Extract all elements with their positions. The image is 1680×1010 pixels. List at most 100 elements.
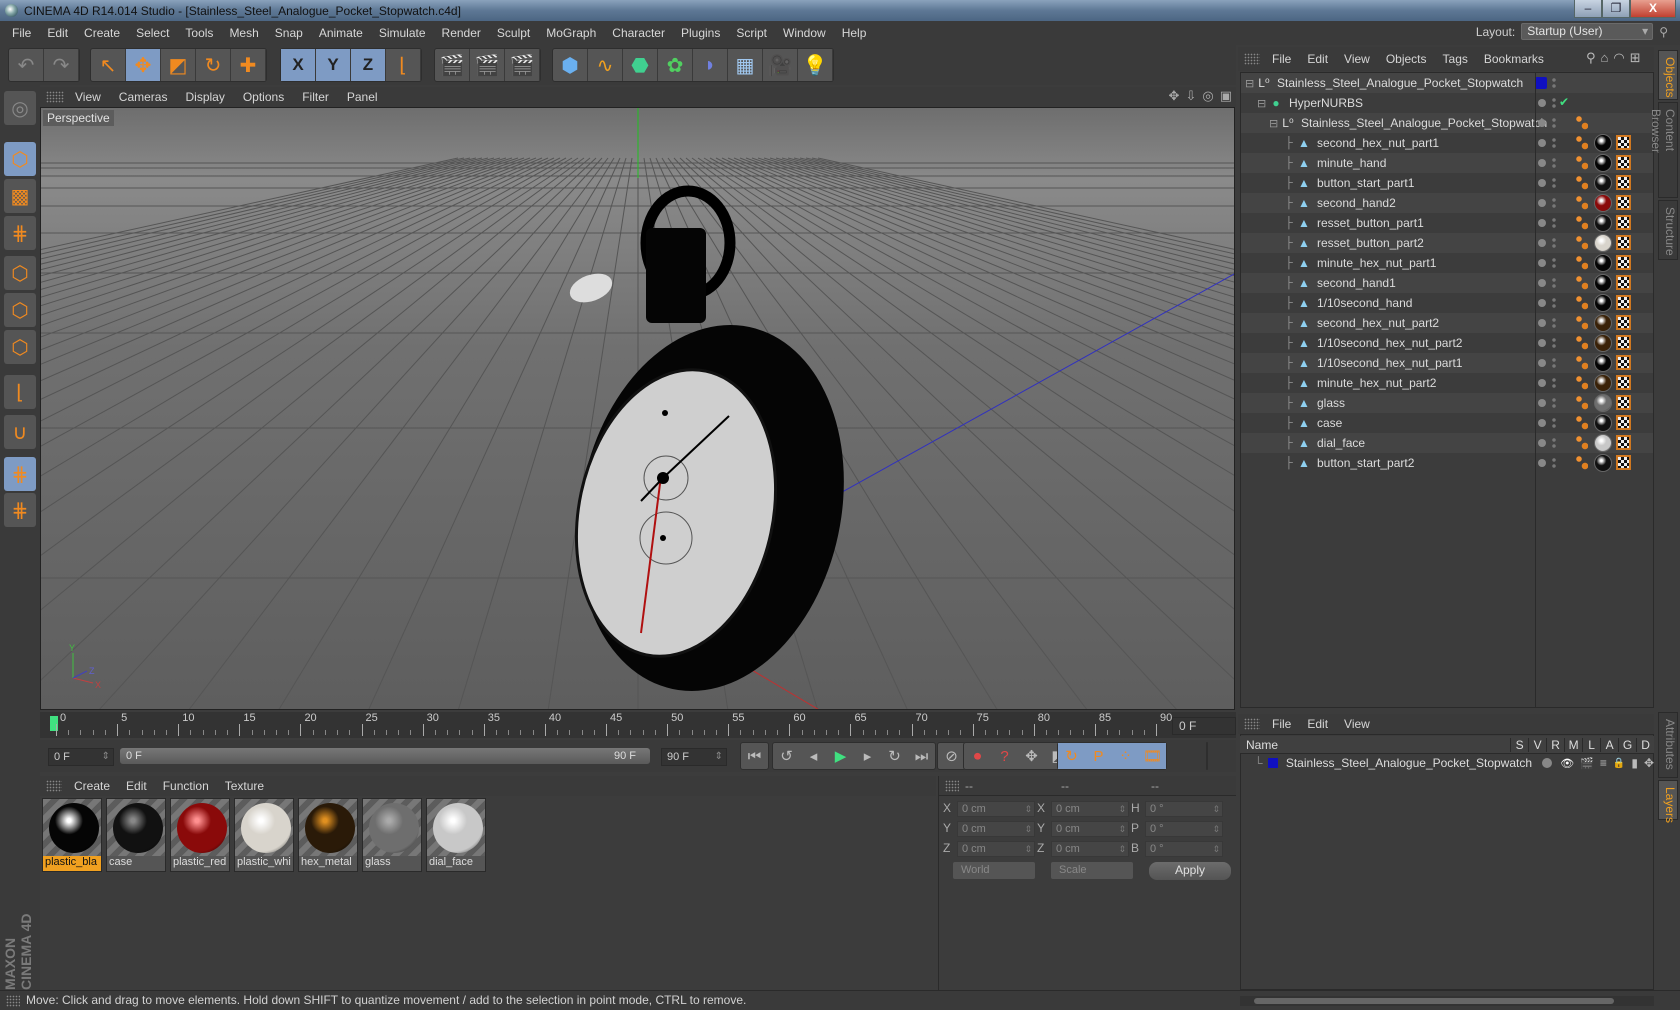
texture-tag-icon[interactable]	[1616, 255, 1631, 270]
object-name[interactable]: button_start_part1	[1317, 176, 1414, 190]
timeline-window-button[interactable]: 🎞	[1139, 743, 1166, 769]
phong-tag-icon[interactable]	[1576, 156, 1588, 170]
material-tag-icon[interactable]	[1594, 354, 1612, 372]
points-mode-button[interactable]: ⬡	[4, 256, 36, 290]
end-frame-field[interactable]: 90 F	[661, 748, 727, 766]
material-swatch[interactable]: dial_face	[426, 798, 486, 872]
new-window-icon[interactable]: ⊞	[1630, 50, 1641, 66]
render-visibility-dots[interactable]	[1552, 197, 1556, 209]
menu-animate[interactable]: Animate	[311, 26, 371, 40]
layer-render-icon[interactable]: 🎬	[1580, 757, 1594, 770]
material-tag-icon[interactable]	[1594, 314, 1612, 332]
object-name[interactable]: glass	[1317, 396, 1345, 410]
move-button[interactable]: ✥	[126, 49, 161, 81]
material-menu-function[interactable]: Function	[155, 779, 217, 793]
object-menu-tags[interactable]: Tags	[1435, 52, 1476, 66]
current-frame-field[interactable]: 0 F	[1172, 717, 1236, 735]
nurbs-button[interactable]: ⬣	[623, 49, 658, 81]
object-menu-grip[interactable]	[1244, 53, 1260, 65]
go-to-start-button[interactable]: ⏮	[741, 743, 768, 769]
snapping-button[interactable]: ∪	[4, 415, 36, 449]
object-row[interactable]: ├ ▲ button_start_part1	[1241, 173, 1653, 193]
object-name[interactable]: HyperNURBS	[1289, 96, 1363, 110]
render-visibility-dots[interactable]	[1552, 377, 1556, 389]
material-tag-icon[interactable]	[1594, 174, 1612, 192]
material-tag-icon[interactable]	[1594, 234, 1612, 252]
y-axis-button[interactable]: Y	[316, 49, 351, 81]
editor-visibility-dot[interactable]	[1538, 199, 1546, 207]
material-swatch[interactable]: plastic_bla	[42, 798, 102, 872]
render-settings-button[interactable]: 🎬	[505, 49, 540, 81]
texture-tag-icon[interactable]	[1616, 155, 1631, 170]
object-row[interactable]: ├ ▲ minute_hand	[1241, 153, 1653, 173]
editor-visibility-dot[interactable]	[1538, 399, 1546, 407]
editor-visibility-dot[interactable]	[1538, 439, 1546, 447]
phong-tag-icon[interactable]	[1576, 276, 1588, 290]
object-row[interactable]: ├ ▲ second_hand2	[1241, 193, 1653, 213]
make-editable-button[interactable]: ◎	[4, 91, 36, 125]
redo-button[interactable]: ↷	[44, 49, 79, 81]
side-tab-objects[interactable]: Objects	[1658, 50, 1678, 100]
menu-tools[interactable]: Tools	[177, 26, 221, 40]
editor-visibility-dot[interactable]	[1538, 239, 1546, 247]
render-visibility-dots[interactable]	[1552, 297, 1556, 309]
side-tab-attributes[interactable]: Attributes	[1658, 712, 1678, 778]
phong-tag-icon[interactable]	[1576, 336, 1588, 350]
object-name[interactable]: minute_hand	[1317, 156, 1386, 170]
render-visibility-dots[interactable]	[1552, 337, 1556, 349]
previous-key-button[interactable]: ↺	[773, 743, 800, 769]
key-parameter-button[interactable]: P	[1085, 743, 1112, 769]
phong-tag-icon[interactable]	[1576, 376, 1588, 390]
floor-button[interactable]: ▦	[728, 49, 763, 81]
menu-help[interactable]: Help	[834, 26, 875, 40]
editor-visibility-dot[interactable]	[1538, 319, 1546, 327]
object-name[interactable]: 1/10second_hex_nut_part1	[1317, 356, 1462, 370]
cube-button[interactable]: ⬢	[553, 49, 588, 81]
size-field[interactable]: 0 cm	[1051, 821, 1129, 837]
autokeying-button[interactable]: ?	[991, 743, 1018, 769]
render-visibility-dots[interactable]	[1552, 457, 1556, 469]
play-button[interactable]: ▶	[827, 743, 854, 769]
editor-visibility-dot[interactable]	[1538, 119, 1546, 127]
object-name[interactable]: second_hex_nut_part1	[1317, 136, 1439, 150]
rotate-view-icon[interactable]: ◎	[1202, 88, 1213, 104]
render-visibility-dots[interactable]	[1552, 237, 1556, 249]
layout-dropdown[interactable]: Startup (User)	[1521, 23, 1654, 40]
editor-visibility-dot[interactable]	[1538, 279, 1546, 287]
object-row[interactable]: ├ ▲ button_start_part2	[1241, 453, 1653, 473]
menu-simulate[interactable]: Simulate	[371, 26, 434, 40]
phong-tag-icon[interactable]	[1576, 236, 1588, 250]
render-visibility-dots[interactable]	[1552, 357, 1556, 369]
editor-visibility-dot[interactable]	[1538, 379, 1546, 387]
object-row[interactable]: ├ ▲ resset_button_part2	[1241, 233, 1653, 253]
object-menu-objects[interactable]: Objects	[1378, 52, 1435, 66]
object-name[interactable]: 1/10second_hex_nut_part2	[1317, 336, 1462, 350]
viewport-menu-options[interactable]: Options	[234, 90, 293, 104]
coordinate-grip[interactable]	[945, 780, 959, 792]
rotation-field[interactable]: 0 °	[1145, 841, 1223, 857]
phong-tag-icon[interactable]	[1576, 296, 1588, 310]
object-row[interactable]: ⊟ L⁰ Stainless_Steel_Analogue_Pocket_Stopw…	[1241, 73, 1653, 93]
texture-mode-button[interactable]: ▩	[4, 179, 36, 213]
material-tag-icon[interactable]	[1594, 394, 1612, 412]
menu-script[interactable]: Script	[728, 26, 775, 40]
rotation-field[interactable]: 0 °	[1145, 801, 1223, 817]
layer-lock-icon[interactable]: 🔒	[1613, 758, 1625, 769]
editor-visibility-dot[interactable]	[1538, 259, 1546, 267]
scrollbar-thumb[interactable]	[1254, 998, 1614, 1004]
material-tag-icon[interactable]	[1594, 274, 1612, 292]
side-tab-structure[interactable]: Structure	[1658, 200, 1678, 260]
phong-tag-icon[interactable]	[1576, 136, 1588, 150]
texture-tag-icon[interactable]	[1616, 275, 1631, 290]
material-tag-icon[interactable]	[1594, 154, 1612, 172]
texture-tag-icon[interactable]	[1616, 335, 1631, 350]
object-name[interactable]: 1/10second_hand	[1317, 296, 1412, 310]
object-name[interactable]: minute_hex_nut_part2	[1317, 376, 1436, 390]
texture-tag-icon[interactable]	[1616, 375, 1631, 390]
position-field[interactable]: 0 cm	[957, 841, 1035, 857]
menu-file[interactable]: File	[4, 26, 39, 40]
menu-plugins[interactable]: Plugins	[673, 26, 728, 40]
object-menu-view[interactable]: View	[1336, 52, 1378, 66]
workplane-mode-button[interactable]: ⋕	[4, 216, 36, 250]
phong-tag-icon[interactable]	[1576, 116, 1588, 130]
